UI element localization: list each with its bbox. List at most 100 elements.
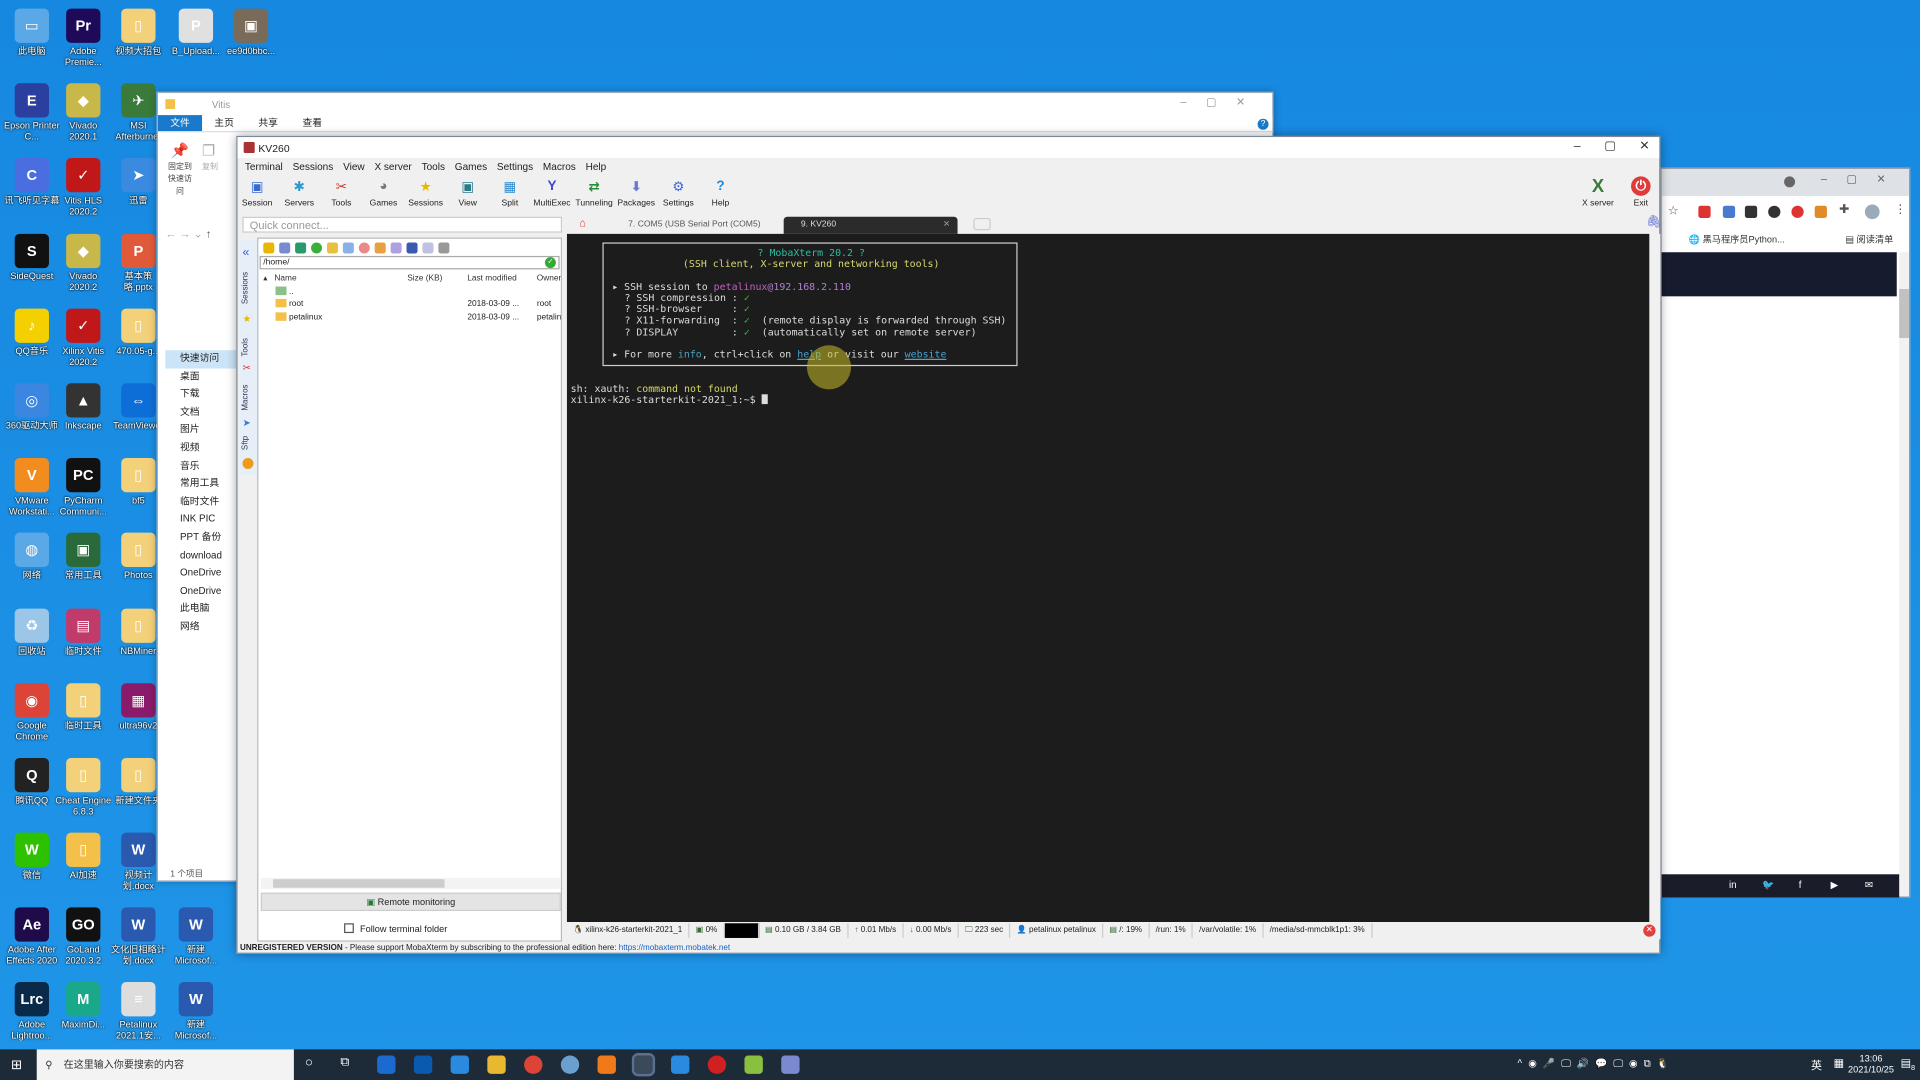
mobaxterm-taskbar-icon[interactable] (631, 1053, 656, 1077)
menu-icon[interactable]: ⋮ (1894, 203, 1906, 216)
extensions-puzzle-icon[interactable]: ✚ (1839, 203, 1849, 216)
desktop-icon[interactable]: ▲ Inkscape (55, 380, 111, 455)
toolbar-servers-button[interactable]: ✱ Servers (277, 176, 321, 208)
desktop-icon[interactable]: ◍ 网络 (4, 529, 60, 604)
settings-icon[interactable] (438, 241, 450, 253)
menu-item[interactable]: Help (581, 160, 611, 173)
task-view-icon[interactable]: ⧉ (340, 1056, 349, 1069)
file-explorer-icon[interactable] (487, 1055, 506, 1074)
close-tab-icon[interactable]: ✕ (943, 217, 950, 234)
app-icon[interactable] (781, 1055, 800, 1074)
nav-item[interactable]: 文档 (165, 404, 236, 422)
toolbar-view-button[interactable]: ▣ View (446, 176, 490, 208)
chrome-icon[interactable] (524, 1055, 543, 1074)
nav-item[interactable]: 临时文件 (165, 493, 236, 511)
desktop-icon[interactable]: V VMware Workstati... (4, 454, 60, 529)
new-tab-button[interactable] (973, 217, 991, 231)
desktop-icon[interactable]: P B_Upload... (168, 5, 224, 80)
browser-scrollbar[interactable] (1899, 252, 1909, 897)
linkedin-icon[interactable]: in (1729, 879, 1737, 890)
desktop-icon[interactable]: ▣ ee9d0bbc... (223, 5, 279, 80)
ribbon-tab[interactable]: 文件 (157, 115, 203, 132)
app-icon[interactable] (744, 1055, 763, 1074)
nav-item[interactable]: INK PIC (165, 511, 236, 529)
nav-item[interactable]: 网络 (165, 618, 236, 636)
nav-item[interactable]: PPT 备份 (165, 529, 236, 547)
desktop-icon[interactable]: ▣ 常用工具 (55, 529, 111, 604)
desktop-icon[interactable]: W 新建 Microsof... (168, 904, 224, 979)
record-icon[interactable] (707, 1055, 727, 1074)
download-icon[interactable] (279, 241, 291, 253)
menu-item[interactable]: Macros (538, 160, 581, 173)
tab-search-icon[interactable] (1784, 176, 1796, 188)
desktop-icon[interactable]: Pr Adobe Premie... (55, 5, 111, 80)
adblock-icon[interactable] (1791, 205, 1804, 218)
app-icon[interactable] (560, 1055, 580, 1074)
desktop-icon[interactable]: GO GoLand 2020.3.2 (55, 904, 111, 979)
toolbar-packages-button[interactable]: ⬇ Packages (614, 176, 658, 208)
toolbar-sessions-button[interactable]: ★ Sessions (404, 176, 448, 208)
nav-item[interactable]: 音乐 (165, 457, 236, 475)
ime-indicator[interactable]: 英 (1811, 1057, 1822, 1073)
star-icon[interactable]: ☆ (1668, 204, 1679, 217)
copy-button[interactable]: ❐ 复制 (202, 142, 218, 171)
taskbar-search[interactable]: ⚲ 在这里输入你要搜索的内容 (36, 1049, 294, 1080)
permissions-icon[interactable] (390, 241, 402, 253)
file-row[interactable]: .. (258, 285, 560, 299)
menu-item[interactable]: Games (450, 160, 492, 173)
close-button[interactable]: ✕ (1631, 140, 1658, 153)
maximize-button[interactable]: ▢ (1597, 140, 1624, 153)
mobaxterm-link[interactable]: https://mobaxterm.mobatek.net (619, 944, 730, 953)
desktop-icon[interactable]: E Epson Printer C... (4, 80, 60, 155)
tab-kv260[interactable]: 9. KV260 ✕ (783, 216, 958, 234)
side-tab-tools[interactable]: Tools (241, 338, 250, 357)
toolbar-split-button[interactable]: ▦ Split (488, 176, 532, 208)
extension-icon[interactable] (1722, 205, 1736, 218)
ribbon-tab[interactable]: 查看 (290, 115, 334, 131)
desktop-icon[interactable]: ♪ QQ音乐 (4, 305, 60, 380)
desktop-icon[interactable]: C 讯飞听见字幕 (4, 155, 60, 230)
close-session-icon[interactable]: ✕ (1643, 924, 1656, 937)
browser-window-controls[interactable]: –▢✕ (1821, 173, 1906, 186)
remote-monitoring-button[interactable]: ▣ Remote monitoring (260, 892, 561, 912)
desktop-icon[interactable]: ♻ 回收站 (4, 604, 60, 679)
nav-item[interactable]: 快速访问 (165, 350, 237, 369)
nav-item[interactable]: 常用工具 (165, 475, 236, 493)
tab-com5[interactable]: 7. COM5 (USB Serial Port (COM5) (611, 217, 770, 234)
key-icon[interactable] (374, 241, 386, 253)
toolbar-tools-button[interactable]: ✂ Tools (319, 176, 363, 208)
desktop-icon[interactable]: M MaximDi... (55, 979, 111, 1054)
info-link[interactable]: info (678, 348, 702, 360)
follow-terminal-folder-checkbox[interactable]: Follow terminal folder (344, 923, 447, 934)
app-icon[interactable] (671, 1055, 690, 1074)
nav-item[interactable]: 桌面 (165, 368, 236, 386)
metamask-icon[interactable] (1814, 205, 1827, 218)
extension-icon[interactable] (1768, 205, 1781, 218)
collapse-icon[interactable]: « (242, 246, 249, 259)
new-file-icon[interactable] (342, 241, 354, 253)
desktop-icon[interactable]: ▭ 此电脑 (4, 5, 60, 80)
desktop-icon[interactable]: ▯ AI加速 (55, 829, 111, 904)
desktop-icon[interactable]: ◆ Vivado 2020.2 (55, 230, 111, 305)
facebook-icon[interactable]: f (1799, 879, 1802, 890)
nav-item[interactable]: download (165, 547, 236, 565)
file-row[interactable]: root 2018-03-09 ... root (258, 298, 560, 312)
menu-item[interactable]: Tools (417, 160, 450, 173)
pin-quick-access-button[interactable]: 📌 固定到快速访问 (165, 142, 194, 196)
nav-arrows[interactable]: ← → ⌄ ↑ (165, 228, 211, 241)
refresh-icon[interactable] (311, 241, 323, 253)
quick-connect-input[interactable]: Quick connect... (242, 216, 563, 233)
nav-item[interactable]: 视频 (165, 440, 236, 458)
toolbar-multiexec-button[interactable]: Y MultiExec (530, 176, 574, 208)
desktop-icon[interactable]: W 文化旧相略计划.docx (110, 904, 166, 979)
file-row[interactable]: petalinux 2018-03-09 ... petalinux (258, 311, 561, 325)
toolbar-games-button[interactable]: ◕ Games (361, 176, 405, 208)
nav-item[interactable]: OneDrive (165, 565, 236, 583)
toolbar-help-button[interactable]: ? Help (698, 176, 742, 208)
mail-icon[interactable]: ✉ (1865, 879, 1873, 890)
menu-item[interactable]: Sessions (288, 160, 338, 173)
horizontal-scrollbar[interactable] (260, 877, 561, 889)
menu-item[interactable]: Settings (492, 160, 538, 173)
app-icon[interactable] (597, 1055, 616, 1074)
attachment-icon[interactable]: 🖇 (1646, 216, 1662, 229)
